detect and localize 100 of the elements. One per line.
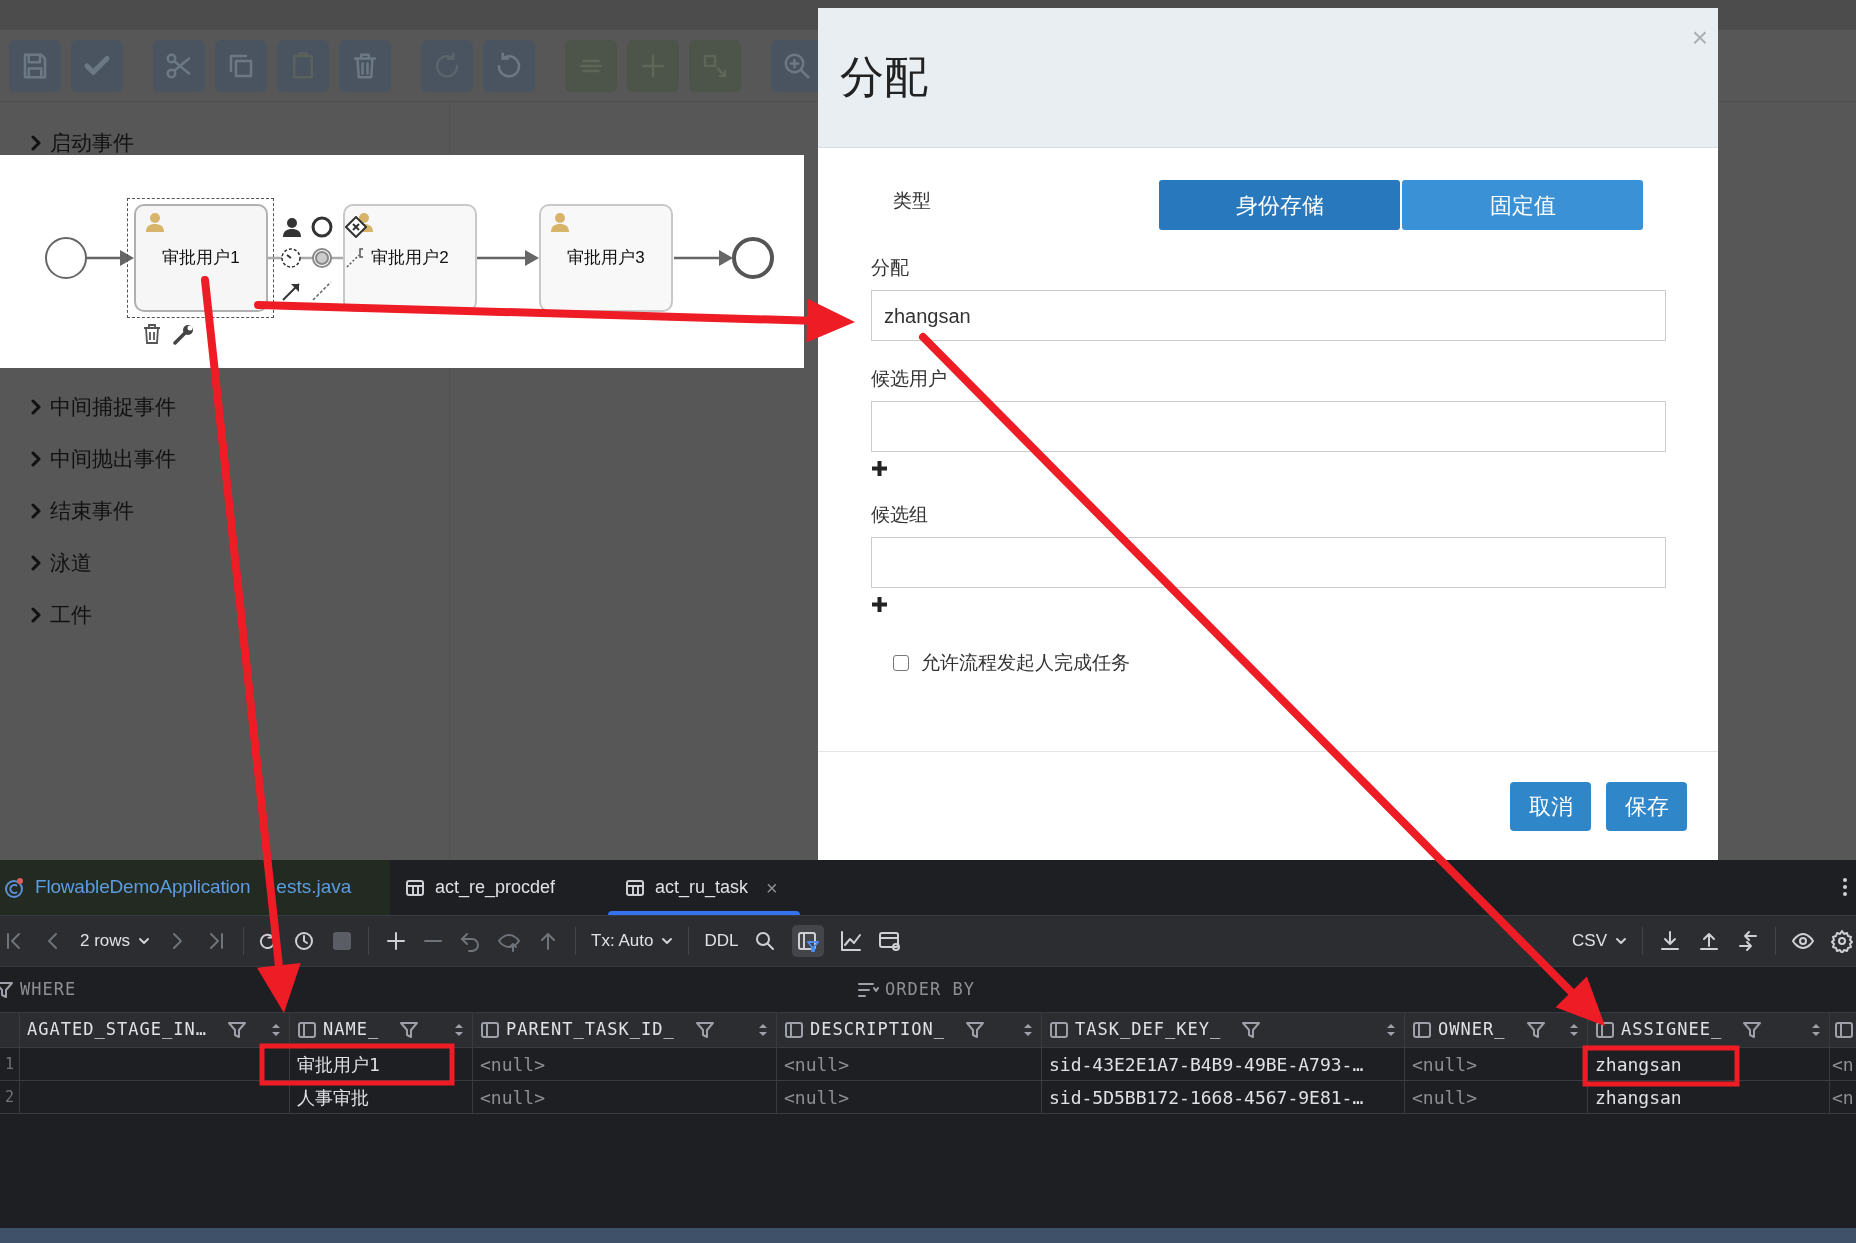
field-label: 候选用户 bbox=[871, 367, 948, 391]
table-cell: sid-43E2E1A7-B4B9-49BE-A793-… bbox=[1042, 1048, 1405, 1080]
sequence-flow bbox=[477, 250, 539, 266]
tab-close-button[interactable]: × bbox=[766, 872, 778, 903]
table-icon bbox=[625, 877, 645, 898]
table-cell: <null> bbox=[473, 1048, 777, 1080]
table-cell: 审批用户1 bbox=[290, 1048, 473, 1080]
table-cell-text: <n bbox=[1831, 1086, 1855, 1110]
dialog-button[interactable]: 保存 bbox=[1606, 782, 1687, 831]
column-header[interactable]: TASK_DEF_KEY_ bbox=[1042, 1013, 1405, 1047]
start-event[interactable] bbox=[45, 237, 87, 279]
chevron-icon bbox=[30, 555, 42, 571]
chevron-icon bbox=[30, 607, 42, 623]
user-task[interactable]: 审批用户3 bbox=[539, 204, 673, 312]
sort-icon[interactable] bbox=[1386, 1022, 1396, 1038]
table-cell: zhangsan bbox=[1588, 1081, 1830, 1113]
double-circle-icon[interactable] bbox=[311, 247, 333, 269]
filter-icon bbox=[399, 1020, 420, 1040]
editor-tab[interactable]: act_ru_task × bbox=[608, 860, 800, 915]
row-number: 2 bbox=[0, 1081, 20, 1113]
format-dropdown[interactable]: CSV bbox=[1572, 928, 1627, 954]
download-icon bbox=[1658, 929, 1682, 953]
column-icon bbox=[1595, 1020, 1615, 1040]
checkbox[interactable] bbox=[893, 655, 909, 672]
column-header[interactable]: AGATED_STAGE_IN… bbox=[20, 1013, 290, 1047]
table-cell-text: <n bbox=[1831, 1053, 1855, 1077]
more-options-icon[interactable] bbox=[1843, 877, 1847, 897]
connect-arrow-icon[interactable] bbox=[281, 280, 303, 302]
rows-dropdown[interactable]: 2 rows bbox=[80, 928, 151, 954]
dialog-title: 分配 bbox=[840, 50, 928, 103]
filter-icon bbox=[227, 1020, 248, 1040]
table-cell: sid-5D5BB172-1668-4567-9E81-… bbox=[1042, 1081, 1405, 1113]
sort-icon[interactable] bbox=[271, 1022, 281, 1038]
editor-tab[interactable]: FlowableDemoApplication ests.java bbox=[0, 860, 390, 915]
input-field[interactable]: zhangsan bbox=[871, 290, 1666, 341]
filter-icon bbox=[965, 1020, 986, 1040]
minus-icon bbox=[423, 939, 444, 943]
sort-icon[interactable] bbox=[1569, 1022, 1579, 1038]
ddl-button[interactable]: DDL bbox=[704, 928, 739, 954]
chevron-down-icon bbox=[1615, 935, 1627, 947]
table-cell: <null> bbox=[473, 1081, 777, 1113]
end-event[interactable] bbox=[732, 237, 774, 279]
gateway-icon[interactable] bbox=[345, 216, 367, 238]
sort-icon[interactable] bbox=[1023, 1022, 1033, 1038]
transaction-dropdown[interactable]: Tx: Auto bbox=[591, 928, 674, 954]
card-eye-icon bbox=[878, 929, 903, 953]
checkbox-label: 允许流程发起人完成任务 bbox=[921, 651, 1130, 675]
field-label: 类型 bbox=[892, 189, 932, 213]
annotation-icon[interactable] bbox=[345, 247, 365, 269]
class-icon bbox=[3, 876, 25, 899]
chevron-icon bbox=[30, 399, 42, 415]
table-cell: zhangsan bbox=[1588, 1048, 1830, 1080]
sequence-flow bbox=[86, 250, 134, 266]
column-header[interactable]: DESCRIPTION_ bbox=[777, 1013, 1042, 1047]
plus-icon[interactable] bbox=[871, 460, 888, 477]
plus-icon[interactable] bbox=[871, 596, 888, 613]
table-cell: <null> bbox=[1405, 1081, 1588, 1113]
column-header[interactable]: PARENT_TASK_ID_ bbox=[473, 1013, 777, 1047]
chevron-icon bbox=[30, 135, 42, 151]
chevron-down-icon bbox=[138, 935, 151, 947]
where-filter-field[interactable]: WHERE bbox=[20, 976, 77, 1003]
editor-tab[interactable]: act_re_procdef bbox=[390, 860, 597, 915]
sequence-flow bbox=[674, 250, 733, 266]
timer-event-icon[interactable] bbox=[280, 247, 302, 269]
user-icon[interactable] bbox=[281, 216, 303, 238]
filter-toggle-button[interactable] bbox=[792, 925, 825, 957]
sort-icon[interactable] bbox=[1811, 1022, 1821, 1038]
column-icon bbox=[784, 1020, 804, 1040]
dialog-button[interactable]: 取消 bbox=[1510, 782, 1591, 831]
task-label: 审批用户1 bbox=[162, 247, 240, 270]
table-cell: 人事审批 bbox=[290, 1081, 473, 1113]
trash-icon[interactable] bbox=[143, 323, 161, 345]
input-field[interactable] bbox=[871, 401, 1666, 452]
association-icon[interactable] bbox=[311, 280, 333, 302]
filter-icon bbox=[0, 979, 14, 1000]
row-number: 1 bbox=[0, 1048, 20, 1080]
field-label: 候选组 bbox=[871, 503, 929, 527]
column-icon bbox=[480, 1020, 500, 1040]
circle-icon[interactable] bbox=[311, 216, 333, 238]
column-header[interactable]: NAME_ bbox=[290, 1013, 473, 1047]
compare-arrows-icon bbox=[1736, 929, 1760, 953]
order-by-field[interactable]: ORDER BY bbox=[885, 976, 976, 1003]
chevron-icon bbox=[30, 451, 42, 467]
chevron-icon bbox=[30, 503, 42, 519]
column-icon bbox=[297, 1020, 317, 1040]
chevron-down-icon bbox=[661, 935, 674, 947]
sort-icon[interactable] bbox=[454, 1022, 464, 1038]
settings-icon bbox=[1830, 929, 1854, 953]
input-field[interactable] bbox=[871, 537, 1666, 588]
sort-icon[interactable] bbox=[758, 1022, 768, 1038]
user-task[interactable]: 审批用户1 bbox=[134, 204, 268, 312]
column-icon bbox=[1049, 1020, 1069, 1040]
filter-panel-icon bbox=[796, 929, 821, 953]
segment-button[interactable]: 身份存储 bbox=[1159, 180, 1400, 230]
table-icon bbox=[405, 877, 425, 898]
wrench-icon[interactable] bbox=[173, 323, 195, 345]
field-label: 分配 bbox=[871, 256, 910, 280]
user-icon bbox=[144, 211, 166, 233]
table-cell: <null> bbox=[777, 1048, 1042, 1080]
table-cell: <null> bbox=[777, 1081, 1042, 1113]
